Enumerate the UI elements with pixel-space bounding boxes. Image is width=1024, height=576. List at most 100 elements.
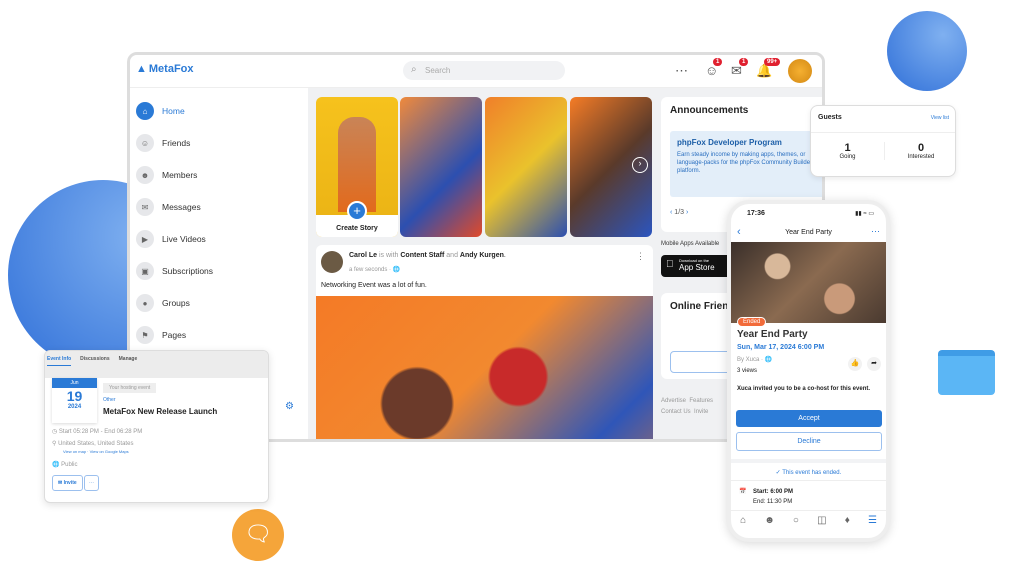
menu-icon[interactable]: ☰ xyxy=(868,515,877,526)
more-button[interactable]: ⋯ xyxy=(84,475,99,491)
more-icon[interactable]: ⋯ xyxy=(675,63,688,79)
messages-icon: ✉ xyxy=(136,198,154,216)
mobile-apps-label: Mobile Apps Available xyxy=(661,241,720,247)
event-views: 3 views xyxy=(737,368,758,374)
tab-event-info[interactable]: Event Info xyxy=(47,356,72,366)
event-privacy: 🌐 Public xyxy=(52,462,78,468)
month: Jun xyxy=(52,378,97,388)
prev-icon[interactable]: ‹ xyxy=(670,209,672,216)
start-time: Start: 6:00 PM xyxy=(753,489,794,495)
guests-title: Guests xyxy=(818,114,842,121)
event-title: MetaFox New Release Launch xyxy=(103,407,218,416)
folder-icon xyxy=(938,350,995,395)
sidebar-item-label: Messages xyxy=(162,202,201,212)
guests-card: Guests View list 1 Going 0 Interested xyxy=(810,105,956,177)
event-category[interactable]: Other xyxy=(103,397,116,403)
end-time: End: 11:30 PM xyxy=(753,498,793,505)
top-bar: ▲MetaFox Search ⋯ ☺1 ✉1 🔔99+ xyxy=(130,55,822,88)
bell-icon[interactable]: ♦ xyxy=(845,515,850,526)
ended-notice: ✓ This event has ended. xyxy=(775,470,842,476)
user-avatar[interactable] xyxy=(788,59,812,83)
subscriptions-icon: ▣ xyxy=(136,262,154,280)
friend-badge: 1 xyxy=(713,58,723,66)
view-google-maps-link[interactable]: View on Google Maps xyxy=(90,449,129,454)
chat-icon[interactable]: ○ xyxy=(793,515,799,526)
interested-count: 0 xyxy=(917,142,925,154)
app-store-text: App Store xyxy=(679,263,715,272)
event-card: Event Info Discussions Manage Jun 19 2024 … xyxy=(44,350,269,503)
post-card: Carol Le is with Content Staff and Andy … xyxy=(316,245,653,439)
story-item[interactable] xyxy=(400,97,482,237)
footer-link[interactable]: Advertise xyxy=(661,398,686,404)
location-text: United States, United States xyxy=(58,441,134,447)
time-text: a few seconds · xyxy=(349,267,393,273)
next-icon[interactable]: › xyxy=(632,157,648,173)
sidebar-item-label: Groups xyxy=(162,298,190,308)
sidebar-item-friends[interactable]: ☺ Friends xyxy=(136,134,190,152)
home-icon[interactable]: ⌂ xyxy=(740,515,746,526)
phone-mockup: 17:36 ▮▮ ≈ ▭ ‹ Year End Party ⋯ Ended Ye… xyxy=(727,200,890,542)
friend-request-icon[interactable]: ☺ 1 xyxy=(705,58,723,78)
decline-button[interactable]: Decline xyxy=(736,432,882,451)
groups-icon: ● xyxy=(136,294,154,312)
story-item[interactable]: › xyxy=(570,97,652,237)
pages-icon[interactable]: ◫ xyxy=(817,515,826,526)
tab-manage[interactable]: Manage xyxy=(119,356,138,366)
share-icon[interactable]: ➦ xyxy=(867,357,881,371)
flag-icon: ⚑ xyxy=(136,326,154,344)
messages-icon[interactable]: ✉ 1 xyxy=(731,58,749,79)
sidebar-item-groups[interactable]: ● Groups xyxy=(136,294,190,312)
next-icon[interactable]: › xyxy=(686,209,688,216)
message-badge: 1 xyxy=(739,58,749,66)
post-author-avatar[interactable] xyxy=(321,251,343,273)
sidebar-item-pages[interactable]: ⚑ Pages xyxy=(136,326,186,344)
logo[interactable]: ▲ MetaFox xyxy=(136,63,194,75)
view-list-link[interactable]: View list xyxy=(931,115,949,121)
bell-icon[interactable]: 🔔 99+ xyxy=(756,58,781,79)
sidebar-item-live-videos[interactable]: ▶ Live Videos xyxy=(136,230,206,248)
interested-stat[interactable]: 0 Interested xyxy=(884,142,957,160)
app-store-button[interactable]: Download on theApp Store xyxy=(661,255,731,277)
going-count: 1 xyxy=(844,142,851,154)
story-item[interactable] xyxy=(485,97,567,237)
sidebar-item-members[interactable]: ☻ Members xyxy=(136,166,197,184)
map-links: View on map · View on Google Maps xyxy=(63,449,129,454)
like-icon[interactable]: 👍 xyxy=(848,357,862,371)
event-times: Start: 6:00 PM End: 11:30 PM xyxy=(753,488,793,507)
tag-link[interactable]: Content Staff xyxy=(400,252,444,259)
event-date: Sun, Mar 17, 2024 6:00 PM xyxy=(737,344,825,351)
search-input[interactable]: Search xyxy=(403,61,565,80)
footer-link[interactable]: Contact Us xyxy=(661,409,691,415)
sidebar-item-home[interactable]: ⌂ Home xyxy=(136,102,185,120)
author-link[interactable]: Carol Le xyxy=(349,252,377,259)
sidebar-item-messages[interactable]: ✉ Messages xyxy=(136,198,201,216)
footer-link[interactable]: Invite xyxy=(694,409,708,415)
friends-icon[interactable]: ☻ xyxy=(764,515,775,526)
invite-button[interactable]: ✉ Invite xyxy=(52,475,83,491)
sidebar-item-label: Home xyxy=(162,106,185,116)
more-icon[interactable]: ⋯ xyxy=(871,226,880,237)
create-story[interactable]: Create Story + xyxy=(316,97,398,237)
plus-icon[interactable]: + xyxy=(347,201,367,221)
sidebar-item-subscriptions[interactable]: ▣ Subscriptions xyxy=(136,262,213,280)
members-icon: ☻ xyxy=(136,166,154,184)
announcement-body: Earn steady income by making apps, theme… xyxy=(677,152,813,175)
tab-discussions[interactable]: Discussions xyxy=(80,356,109,366)
ended-badge: Ended xyxy=(737,317,767,327)
friends-icon: ☺ xyxy=(136,134,154,152)
announcement-headline: phpFox Developer Program xyxy=(677,138,782,147)
accept-button[interactable]: Accept xyxy=(736,410,882,427)
view-map-link[interactable]: View on map xyxy=(63,449,86,454)
going-stat[interactable]: 1 Going xyxy=(811,142,884,160)
settings-icon[interactable]: ⚙ xyxy=(285,401,294,412)
post-photo[interactable] xyxy=(316,296,653,439)
tag-link[interactable]: Andy Kurgen xyxy=(460,252,504,259)
year: 2024 xyxy=(67,404,82,410)
apple-icon:  xyxy=(666,259,674,270)
decor-circle-top xyxy=(887,11,967,91)
footer-link[interactable]: Features xyxy=(689,398,713,404)
hosting-badge: Your hosting event xyxy=(103,383,157,393)
announcement-item[interactable]: phpFox Developer Program Earn steady inc… xyxy=(670,131,822,197)
post-menu-icon[interactable]: ⋮ xyxy=(636,251,645,262)
invite-label: Invite xyxy=(63,480,77,486)
